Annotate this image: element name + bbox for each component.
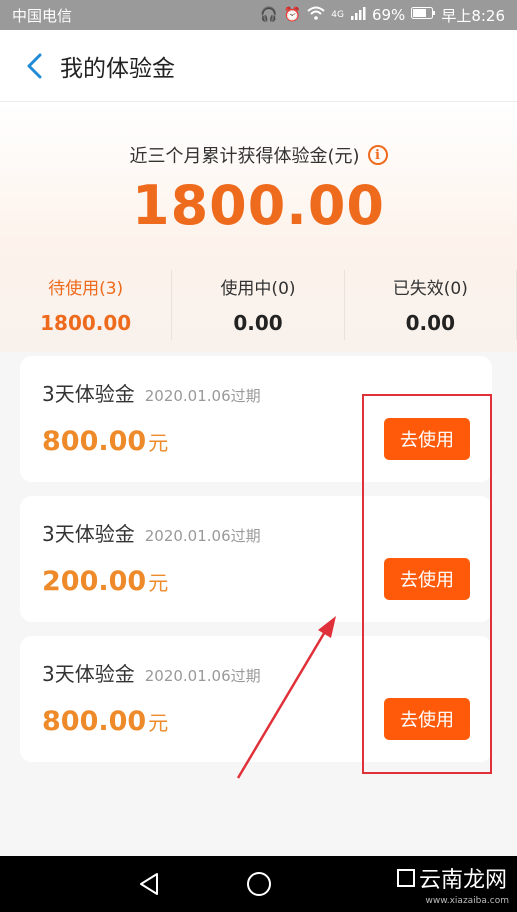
use-button[interactable]: 去使用 [384,558,470,600]
signal-icon [350,6,366,24]
card-expire-date: 2020.01.06过期 [144,667,261,685]
trial-fund-card: 3天体验金 2020.01.06过期 200.00 元 去使用 [20,496,492,622]
trial-fund-card: 3天体验金 2020.01.06过期 800.00 元 去使用 [20,356,492,482]
card-expire-date: 2020.01.06过期 [144,527,261,545]
amount-unit: 元 [148,431,169,455]
trial-fund-card: 3天体验金 2020.01.06过期 800.00 元 去使用 [20,636,492,762]
amount-value: 200.00 [42,566,147,597]
summary-total: 1800.00 [132,174,385,237]
card-amount: 800.00 元 [42,706,168,737]
watermark-url: www.xiazaiba.com [425,896,509,906]
headphones-icon: 🎧 [260,7,278,23]
card-title-row: 3天体验金 2020.01.06过期 [42,658,261,687]
battery-percent: 69% [371,6,406,24]
summary-panel: 近三个月累计获得体验金(元) i 1800.00 待使用(3) 1800.00 … [0,102,517,352]
stat-value: 1800.00 [40,311,132,335]
back-arrow-icon[interactable] [12,44,56,88]
stats-row: 待使用(3) 1800.00 使用中(0) 0.00 已失效(0) 0.00 [0,270,517,340]
card-title-row: 3天体验金 2020.01.06过期 [42,518,261,547]
card-name: 3天体验金 [42,382,135,406]
clock-time: 早上8:26 [441,6,505,25]
card-expire-date: 2020.01.06过期 [144,387,261,405]
watermark-text: 云南龙网 [418,868,507,893]
amount-value: 800.00 [42,426,147,457]
use-button[interactable]: 去使用 [384,698,470,740]
nav-back-icon[interactable] [114,856,184,912]
amount-unit: 元 [148,711,169,735]
info-icon[interactable]: i [367,145,388,165]
watermark: 云南龙网 [396,862,507,894]
status-bar: 中国电信 🎧 ⏰ 4G 69% 早上8:26 [0,0,517,30]
nav-home-icon[interactable] [224,856,294,912]
stat-value: 0.00 [405,311,455,335]
alarm-icon: ⏰ [283,7,302,23]
stat-label: 使用中(0) [220,279,296,299]
summary-label-row: 近三个月累计获得体验金(元) i [0,142,517,168]
amount-value: 800.00 [42,706,147,737]
carrier-label: 中国电信 [12,6,73,25]
stat-in-use[interactable]: 使用中(0) 0.00 [172,270,345,340]
nav-recent-icon[interactable] [334,856,404,912]
stat-label: 已失效(0) [392,279,468,299]
amount-unit: 元 [148,571,169,595]
card-amount: 200.00 元 [42,566,168,597]
battery-icon [411,7,436,23]
card-title-row: 3天体验金 2020.01.06过期 [42,378,261,407]
card-amount: 800.00 元 [42,426,168,457]
page-title: 我的体验金 [60,55,175,82]
wifi-icon [307,6,325,24]
app-header: 我的体验金 [0,30,517,102]
status-icons: 🎧 ⏰ 4G 69% 早上8:26 [260,5,505,26]
stat-value: 0.00 [233,311,283,335]
stat-label: 待使用(3) [48,279,124,299]
stat-pending[interactable]: 待使用(3) 1800.00 [0,270,173,340]
summary-label: 近三个月累计获得体验金(元) [129,146,360,167]
nav-recent-square-icon [396,869,415,887]
network-type-label: 4G [331,10,344,20]
card-name: 3天体验金 [42,522,135,546]
use-button[interactable]: 去使用 [384,418,470,460]
stat-expired[interactable]: 已失效(0) 0.00 [345,270,517,340]
card-name: 3天体验金 [42,662,135,686]
